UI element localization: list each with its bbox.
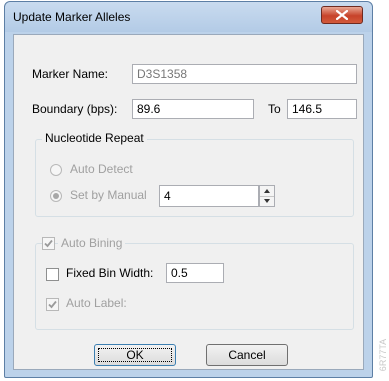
focus-rectangle <box>98 348 172 362</box>
boundary-label: Boundary (bps): <box>32 102 118 116</box>
binning-group: Auto Bining Fixed Bin Width: 0.5 Auto La… <box>35 236 354 330</box>
update-marker-alleles-dialog: Update Marker Alleles Marker Name: D3S13… <box>4 1 373 378</box>
close-button[interactable] <box>321 6 363 24</box>
auto-detect-radio[interactable] <box>50 164 62 176</box>
down-arrow-icon <box>264 199 270 203</box>
title-bar[interactable]: Update Marker Alleles <box>5 2 372 32</box>
figure-code-watermark: 6R77TA <box>378 338 388 372</box>
dialog-title: Update Marker Alleles <box>13 10 131 24</box>
marker-name-label: Marker Name: <box>32 67 109 81</box>
boundary-to-label: To <box>268 102 281 116</box>
checkmark-icon <box>44 239 53 248</box>
marker-name-field[interactable]: D3S1358 <box>132 64 357 84</box>
auto-label-label: Auto Label: <box>66 296 127 310</box>
fixed-bin-width-checkbox[interactable] <box>46 268 59 281</box>
boundary-end-field[interactable]: 146.5 <box>287 99 357 119</box>
cancel-button-label: Cancel <box>228 348 266 362</box>
repeat-value: 4 <box>164 189 171 203</box>
auto-bining-checkbox[interactable] <box>42 237 55 250</box>
up-arrow-icon <box>264 189 270 193</box>
cancel-button[interactable]: Cancel <box>206 344 288 366</box>
boundary-start-field[interactable]: 89.6 <box>132 99 254 119</box>
fixed-bin-width-field[interactable]: 0.5 <box>166 263 224 283</box>
nucleotide-repeat-title: Nucleotide Repeat <box>42 131 147 145</box>
ok-button[interactable]: OK <box>94 344 176 366</box>
spin-down-button[interactable] <box>260 196 274 206</box>
fixed-bin-width-label: Fixed Bin Width: <box>66 266 154 280</box>
auto-detect-label: Auto Detect <box>70 162 133 176</box>
dialog-body: Marker Name: D3S1358 Boundary (bps): 89.… <box>13 34 364 370</box>
repeat-spinner[interactable] <box>259 185 275 207</box>
checkmark-icon <box>48 300 57 309</box>
nucleotide-repeat-group: Nucleotide Repeat Auto Detect Set by Man… <box>35 131 354 217</box>
auto-bining-label: Auto Bining <box>58 236 126 250</box>
set-by-manual-label: Set by Manual <box>70 188 147 202</box>
set-by-manual-radio[interactable] <box>50 190 62 202</box>
auto-label-checkbox[interactable] <box>46 298 59 311</box>
close-icon <box>336 10 348 20</box>
repeat-value-field[interactable]: 4 <box>159 185 259 207</box>
